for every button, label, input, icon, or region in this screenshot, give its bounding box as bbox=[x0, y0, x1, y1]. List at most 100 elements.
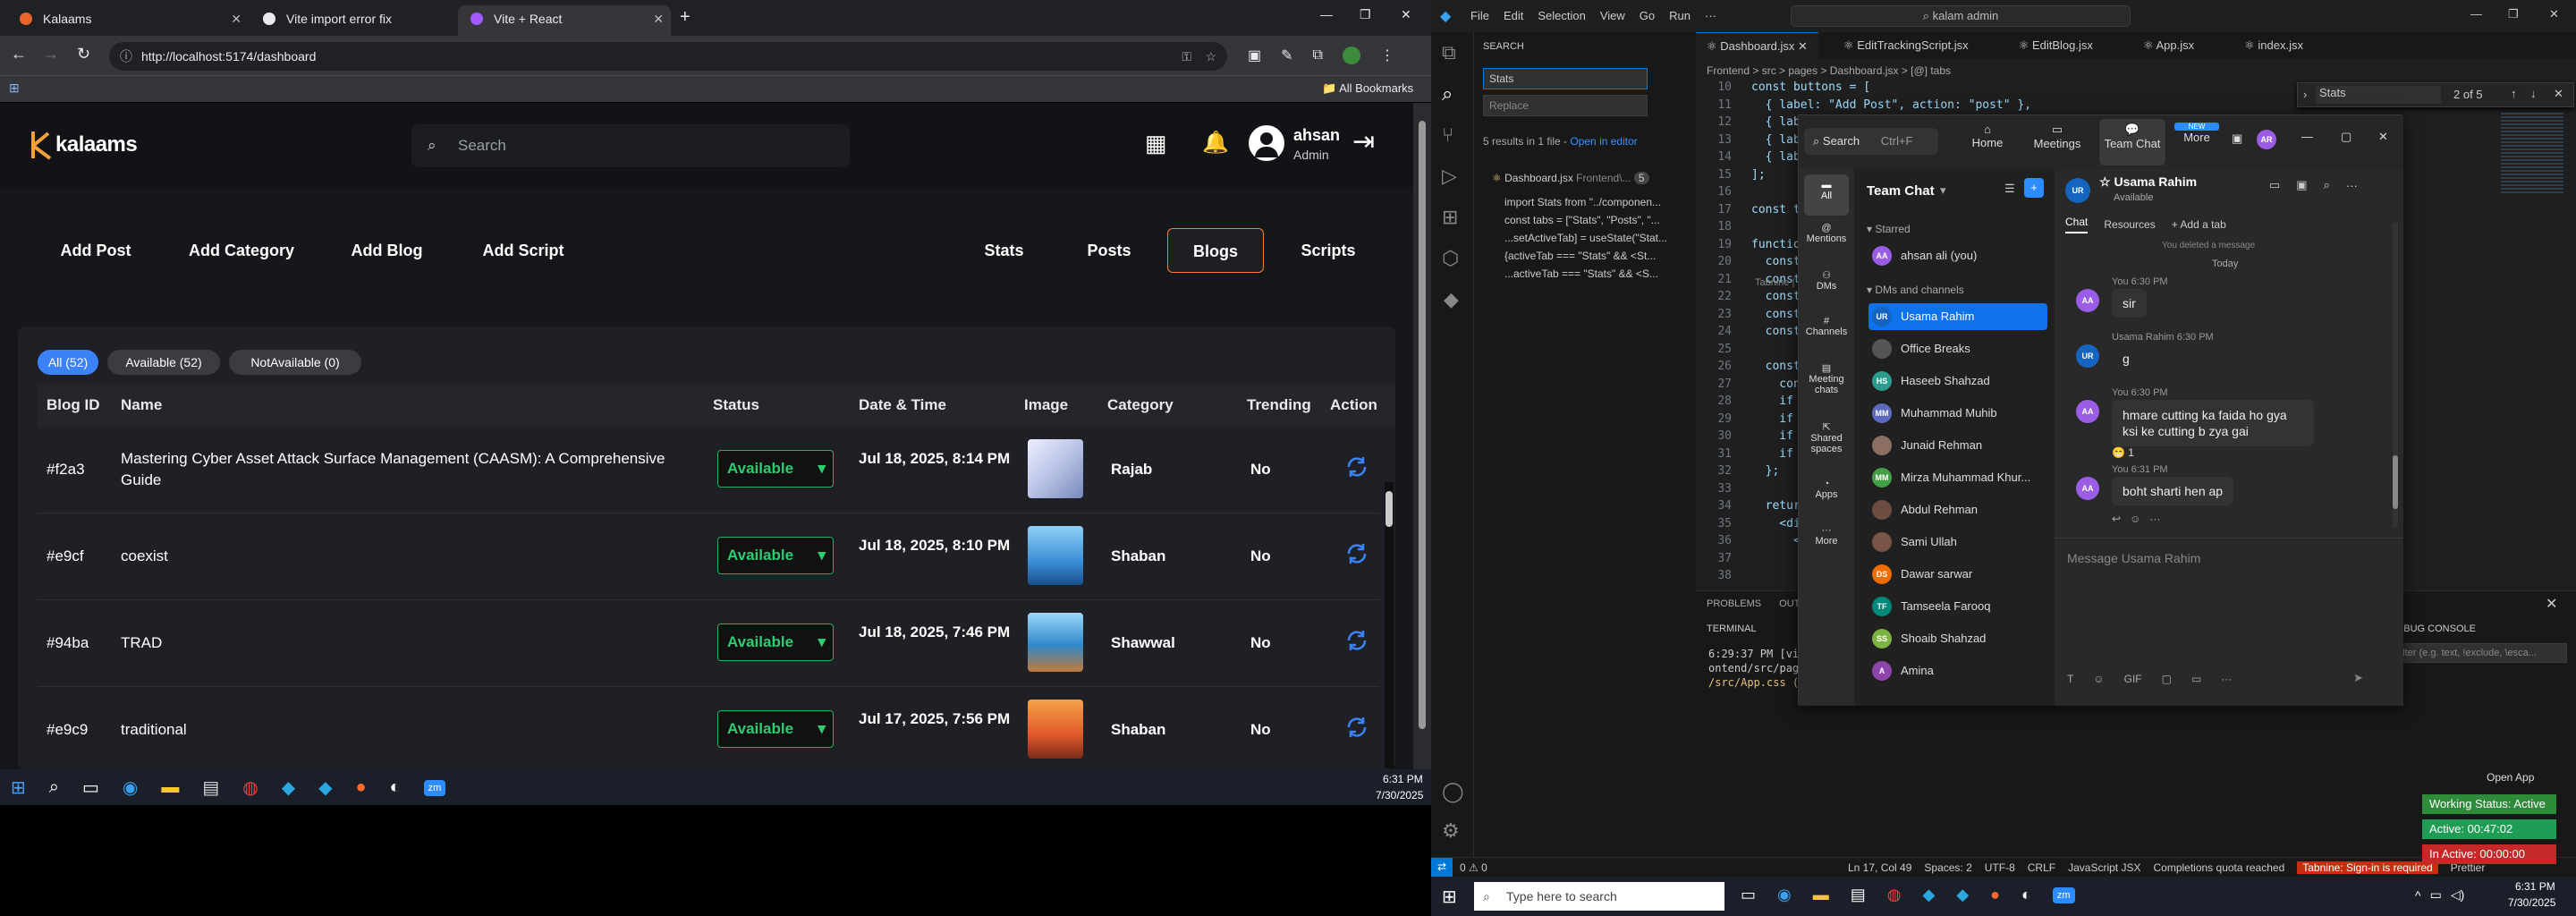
next-match-icon[interactable]: ↓ bbox=[2530, 87, 2537, 100]
search-result[interactable]: import Stats from "../componen... bbox=[1504, 193, 1667, 211]
list-item[interactable]: MM Muhammad Muhib bbox=[1868, 400, 2047, 427]
previous-match-icon[interactable]: ↑ bbox=[2511, 87, 2517, 100]
add-category-button[interactable]: Add Category bbox=[179, 228, 304, 273]
store-icon[interactable]: ▤ bbox=[202, 776, 219, 799]
language-mode[interactable]: JavaScript JSX bbox=[2068, 861, 2140, 874]
list-item[interactable]: A Amina bbox=[1868, 657, 2047, 684]
extension-icon[interactable]: ▣ bbox=[1248, 47, 1261, 64]
new-tab-button[interactable]: + bbox=[680, 7, 691, 28]
menu-more-icon[interactable]: ··· bbox=[1705, 9, 1716, 22]
kalaams-logo[interactable]: kalaams bbox=[29, 130, 138, 160]
starred-section[interactable]: ▾ Starred bbox=[1867, 223, 1911, 235]
chat-title[interactable]: ☆ Usama Rahim bbox=[2099, 174, 2197, 190]
close-window-button[interactable]: ✕ bbox=[2549, 7, 2559, 21]
menu-view[interactable]: View bbox=[1600, 9, 1625, 22]
tab-posts[interactable]: Posts bbox=[1060, 228, 1158, 273]
file-explorer-icon[interactable]: ▬ bbox=[161, 777, 179, 798]
windows-start-icon[interactable]: ⊞ bbox=[11, 776, 26, 799]
rail-dms[interactable]: ⚇ DMs bbox=[1804, 269, 1849, 292]
whiteboard-icon[interactable]: ▣ bbox=[2232, 131, 2242, 146]
more-dots-icon[interactable]: ··· bbox=[2221, 673, 2232, 685]
editor-tab-active[interactable]: ⚛ Dashboard.jsx ✕ bbox=[1696, 31, 1818, 60]
close-window-button[interactable]: ✕ bbox=[2378, 130, 2388, 144]
reload-icon[interactable]: ↻ bbox=[77, 45, 90, 64]
panel-tab-problems[interactable]: PROBLEMS bbox=[1707, 598, 1761, 609]
search-result[interactable]: const tabs = ["Stats", "Posts", "... bbox=[1504, 211, 1667, 229]
add-blog-button[interactable]: Add Blog bbox=[335, 228, 438, 273]
status-select[interactable]: Available ▾ bbox=[717, 710, 834, 748]
terminal-output[interactable]: 6:29:37 PM [vite ontend/src/pages /src/A… bbox=[1708, 647, 1812, 690]
editor-tab[interactable]: ⚛ EditBlog.jsx bbox=[1994, 32, 2118, 59]
remote-icon[interactable]: ⬡ bbox=[1442, 247, 1459, 270]
emoji-icon[interactable]: ☺ bbox=[2093, 673, 2104, 685]
cursor-position[interactable]: Ln 17, Col 49 bbox=[1848, 861, 1911, 874]
refresh-icon[interactable] bbox=[1343, 540, 1370, 567]
logout-icon[interactable]: ⇥ bbox=[1352, 126, 1375, 157]
run-debug-icon[interactable]: ▷ bbox=[1442, 165, 1457, 188]
postman-icon[interactable]: ● bbox=[355, 777, 366, 798]
search-result[interactable]: {activeTab === "Stats" && <St... bbox=[1504, 247, 1667, 265]
close-tab-icon[interactable]: ✕ bbox=[653, 5, 664, 32]
app-icon[interactable]: ◐ bbox=[2021, 886, 2031, 904]
search-result[interactable]: ...setActiveTab] = useState("Stat... bbox=[1504, 229, 1667, 247]
more-dots-icon[interactable]: ··· bbox=[2346, 179, 2358, 192]
editor-tab[interactable]: ⚛ index.jsx bbox=[2219, 32, 2328, 59]
rail-shared-spaces[interactable]: ⇱ Shared spaces bbox=[1804, 421, 1849, 454]
terminal-label[interactable]: TERMINAL bbox=[1707, 623, 1757, 634]
message-bubble[interactable]: sir bbox=[2112, 289, 2147, 318]
tab-stats[interactable]: Stats bbox=[957, 228, 1051, 273]
video-call-icon[interactable]: ▭ bbox=[2269, 178, 2280, 192]
problems-count[interactable]: 0 ⚠ 0 bbox=[1460, 861, 1487, 874]
search-icon[interactable]: ⌕ bbox=[2324, 178, 2330, 192]
screen-share-icon[interactable]: ▣ bbox=[2296, 178, 2307, 192]
breadcrumb[interactable]: Frontend > src > pages > Dashboard.jsx >… bbox=[1707, 64, 1951, 77]
page-scrollbar-thumb[interactable] bbox=[1419, 121, 1426, 729]
replace-input[interactable]: Replace bbox=[1483, 95, 1648, 116]
list-item[interactable]: MM Mirza Muhammad Khur... bbox=[1868, 464, 2047, 491]
refresh-icon[interactable] bbox=[1343, 627, 1370, 654]
vscode-icon[interactable]: ◆ bbox=[282, 776, 295, 799]
postman-icon[interactable]: ● bbox=[1990, 886, 2000, 904]
minimize-button[interactable]: — bbox=[2470, 7, 2482, 21]
maximize-button[interactable]: ❐ bbox=[1360, 7, 1371, 22]
close-tab-icon[interactable]: ✕ bbox=[231, 5, 242, 32]
rail-meeting-chats[interactable]: ▤ Meeting chats bbox=[1804, 362, 1849, 395]
app-icon[interactable]: ◐ bbox=[390, 777, 401, 798]
refresh-icon[interactable] bbox=[1343, 454, 1370, 480]
filter-icon[interactable]: ☰ bbox=[2004, 182, 2015, 196]
message-bubble[interactable]: boht sharti hen ap bbox=[2112, 477, 2234, 505]
minimap[interactable] bbox=[2501, 113, 2563, 193]
menu-go[interactable]: Go bbox=[1640, 9, 1655, 22]
vscode-alt-icon[interactable]: ◆ bbox=[318, 776, 332, 799]
zoom-nav-team-chat[interactable]: 💬 Team Chat bbox=[2099, 119, 2165, 165]
add-post-button[interactable]: Add Post bbox=[47, 228, 145, 273]
bookmark-star-icon[interactable]: ☆ bbox=[1205, 42, 1216, 71]
tab-blogs[interactable]: Blogs bbox=[1167, 228, 1264, 273]
apps-grid-icon[interactable]: ⊞ bbox=[9, 81, 20, 96]
file-explorer-icon[interactable]: ▬ bbox=[1813, 886, 1829, 904]
menu-file[interactable]: File bbox=[1470, 9, 1489, 22]
zoom-icon[interactable]: zm bbox=[2052, 886, 2075, 903]
screenshot-icon[interactable]: ▭ bbox=[2191, 673, 2201, 685]
page-scrollbar[interactable] bbox=[1413, 103, 1431, 769]
list-item[interactable]: SS Shoaib Shahzad bbox=[1868, 625, 2047, 652]
tabnine-icon[interactable]: ◆ bbox=[1444, 288, 1459, 311]
reply-icon[interactable]: ↩ bbox=[2112, 513, 2121, 525]
settings-gear-icon[interactable]: ⚙ bbox=[1442, 819, 1460, 843]
zoom-search-input[interactable]: ⌕ Search Ctrl+F bbox=[1804, 128, 1938, 155]
compose-input[interactable]: Message Usama Rahim bbox=[2067, 551, 2200, 565]
network-icon[interactable]: ▭ bbox=[2430, 887, 2442, 903]
new-chat-button[interactable]: + bbox=[2024, 178, 2044, 198]
back-icon[interactable]: ← bbox=[11, 45, 27, 64]
encoding[interactable]: UTF-8 bbox=[1985, 861, 2015, 874]
volume-icon[interactable]: ◁) bbox=[2451, 887, 2464, 903]
menu-selection[interactable]: Selection bbox=[1538, 9, 1585, 22]
add-script-button[interactable]: Add Script bbox=[470, 228, 577, 273]
remote-indicator-icon[interactable]: ⇄ bbox=[1431, 858, 1453, 877]
address-bar[interactable]: ⓘ http://localhost:5174/dashboard ⚿ ☆ bbox=[109, 42, 1227, 71]
browser-tab-vite-error[interactable]: Vite import error fix ✕ bbox=[250, 5, 483, 36]
user-avatar[interactable] bbox=[1249, 125, 1284, 161]
minimize-button[interactable]: — bbox=[1320, 7, 1333, 21]
browser-tab-kalaams[interactable]: Kalaams ✕ bbox=[7, 5, 249, 36]
zoom-icon[interactable]: zm bbox=[423, 779, 446, 796]
